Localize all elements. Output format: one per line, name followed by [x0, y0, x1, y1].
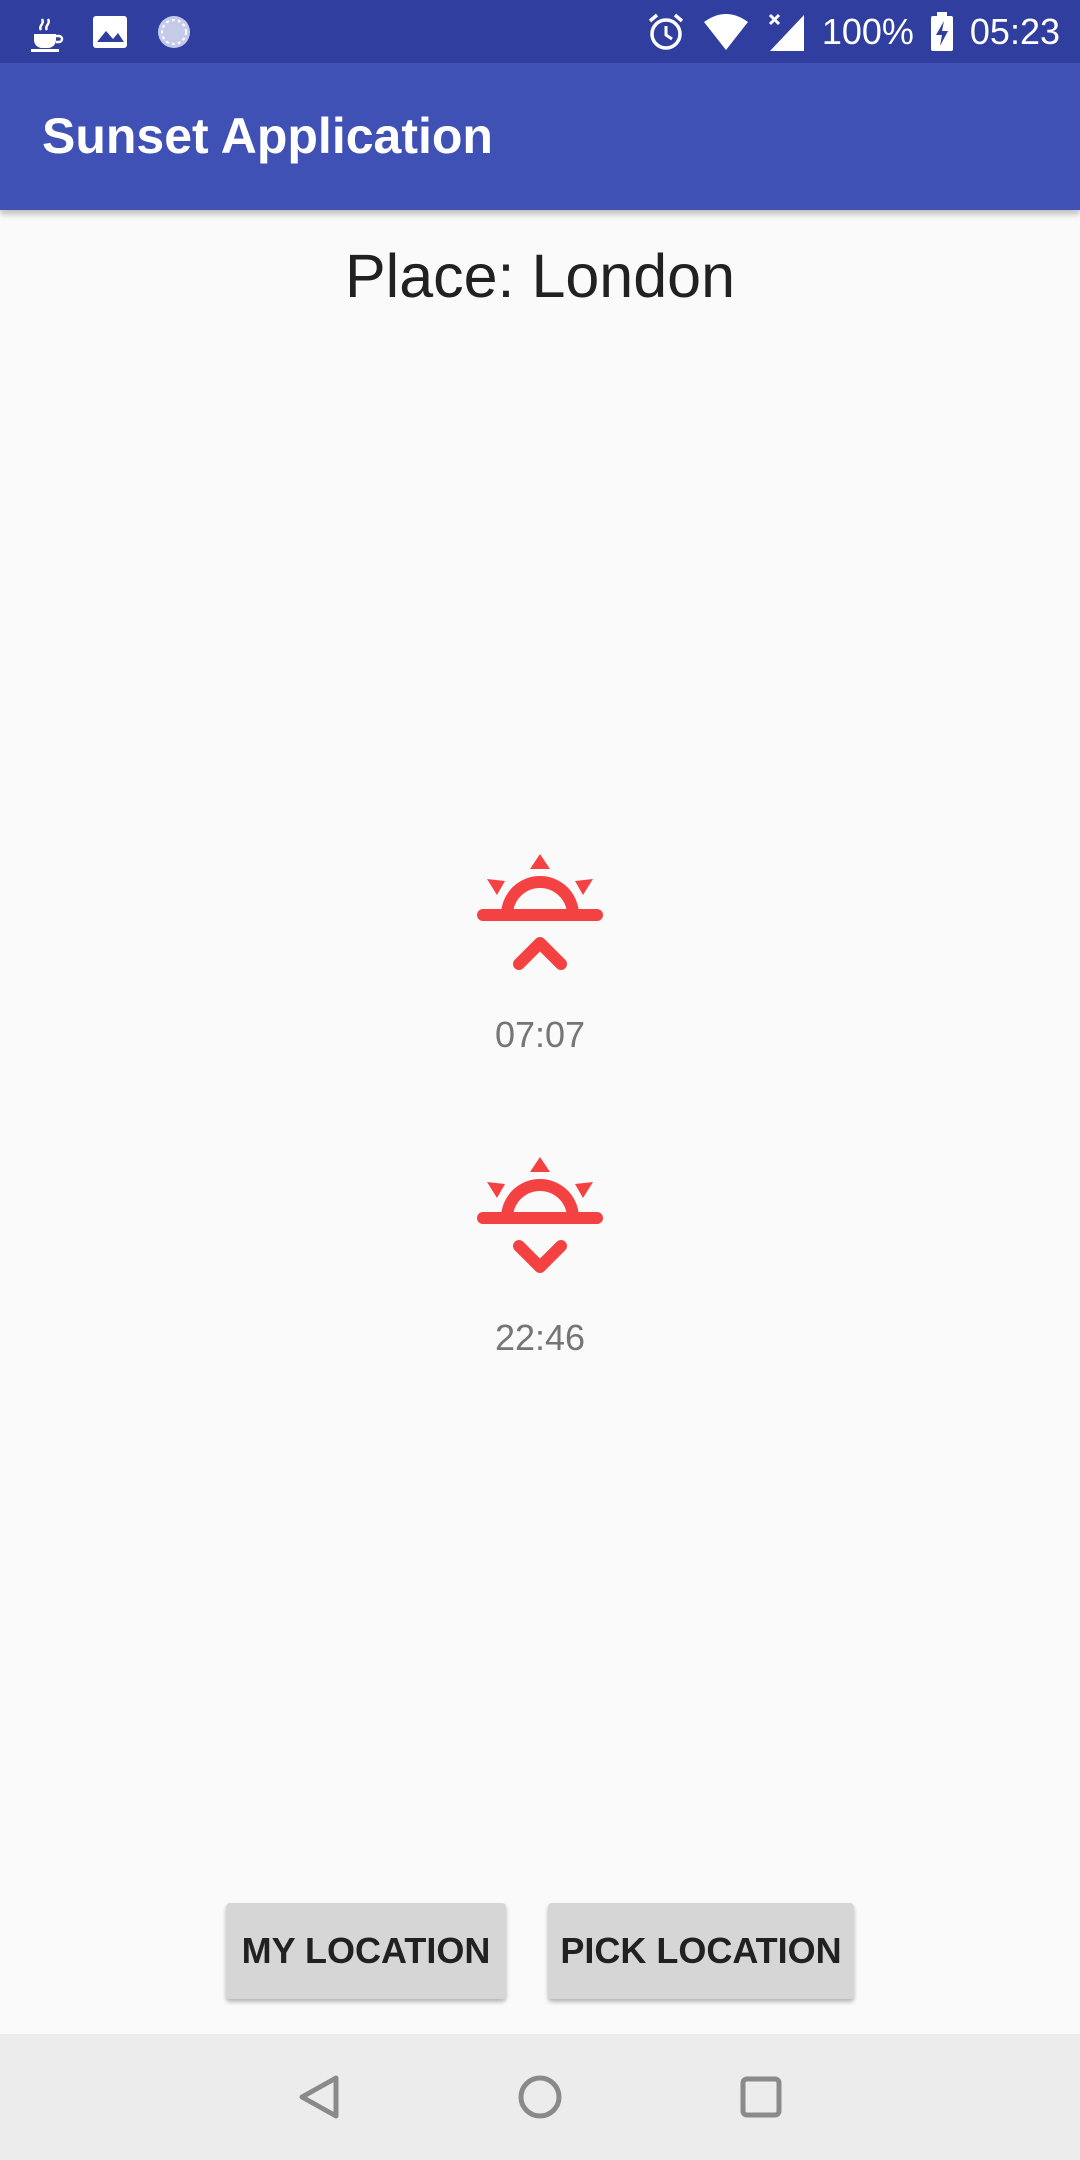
back-icon[interactable] [290, 2067, 350, 2127]
battery-percentage: 100% [821, 11, 914, 52]
image-icon [92, 15, 128, 49]
wifi-icon [702, 12, 750, 52]
pick-location-button[interactable]: PICK LOCATION [548, 1903, 854, 1999]
my-location-button[interactable]: MY LOCATION [226, 1903, 506, 1999]
clock: 05:23 [969, 11, 1060, 52]
sunrise-block: 07:07 [0, 850, 1080, 1060]
sunset-time: 22:46 [494, 1317, 586, 1358]
sunset-block: 22:46 [0, 1153, 1080, 1363]
system-status-icons: 100% 05:23 [646, 8, 1060, 56]
battery-charging-icon [930, 12, 954, 52]
status-bar: 100% 05:23 [0, 0, 1080, 63]
recents-icon[interactable] [731, 2067, 791, 2127]
sunset-icon [477, 1157, 603, 1273]
home-icon[interactable] [510, 2067, 570, 2127]
sunrise-icon [477, 854, 603, 970]
notification-icons [28, 10, 192, 54]
app-bar: Sunset Application [0, 63, 1080, 210]
place-label: Place: London [344, 242, 736, 310]
java-icon [28, 12, 64, 52]
sunrise-time: 07:07 [494, 1014, 586, 1055]
navigation-bar [0, 2034, 1080, 2160]
cellular-signal-icon [766, 11, 806, 53]
sync-spinner-icon [156, 14, 192, 50]
app-title: Sunset Application [42, 108, 493, 164]
alarm-icon [646, 12, 686, 52]
location-buttons: MY LOCATION PICK LOCATION [0, 1903, 1080, 1999]
